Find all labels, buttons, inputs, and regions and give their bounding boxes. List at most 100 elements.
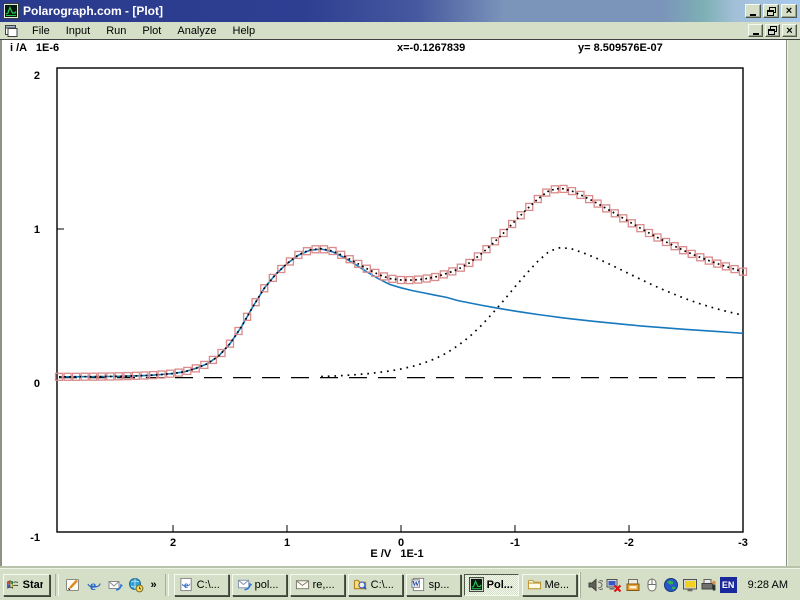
- series-measured-total: [56, 185, 747, 380]
- mdi-close-button[interactable]: ×: [782, 24, 797, 37]
- task-button-4[interactable]: C:\...: [348, 574, 403, 596]
- y-tick-label: 1: [34, 224, 40, 236]
- data-point-marker: [688, 250, 695, 257]
- internet-explorer-shortcut[interactable]: e: [85, 576, 103, 594]
- mdi-restore-icon: [768, 26, 777, 35]
- internet-globe-icon[interactable]: [663, 577, 679, 593]
- show-desktop-shortcut[interactable]: [64, 576, 82, 594]
- task-label: re,...: [313, 579, 335, 591]
- task-label: C:\...: [371, 579, 394, 591]
- network-disconnected-icon[interactable]: [606, 577, 622, 593]
- data-point-marker: [577, 191, 584, 198]
- search-folder-icon: [353, 577, 368, 592]
- data-point-marker: [594, 200, 601, 207]
- data-point-marker: [603, 205, 610, 212]
- mdi-close-icon: ×: [786, 26, 792, 36]
- display-settings-icon[interactable]: [682, 577, 698, 593]
- menu-analyze[interactable]: Analyze: [169, 24, 224, 38]
- desk-pen-icon: [65, 577, 81, 593]
- data-point-marker: [714, 260, 721, 267]
- taskbar-clock[interactable]: 9:28 AM: [740, 579, 792, 591]
- x-axis-title: E /V 1E-1: [327, 548, 467, 560]
- windows-logo-icon: [7, 577, 20, 592]
- menu-plot[interactable]: Plot: [134, 24, 169, 38]
- menu-run[interactable]: Run: [98, 24, 134, 38]
- desktop-screen: Polarograph.com - [Plot] × File Input Ru…: [0, 0, 800, 600]
- menu-bar: File Input Run Plot Analyze Help ×: [0, 22, 800, 40]
- title-bar: Polarograph.com - [Plot] ×: [0, 0, 800, 22]
- svg-text:W: W: [412, 579, 420, 588]
- task-label: pol...: [255, 579, 279, 591]
- window-title: Polarograph.com - [Plot]: [23, 4, 743, 18]
- volume-icon[interactable]: [587, 577, 603, 593]
- task-label: sp...: [429, 579, 450, 591]
- data-point-marker: [680, 247, 687, 254]
- mail-message-icon: [295, 577, 310, 592]
- mdi-restore-button[interactable]: [765, 24, 780, 37]
- removable-device-icon[interactable]: [625, 577, 641, 593]
- menu-file[interactable]: File: [24, 24, 58, 38]
- task-label: C:\...: [197, 579, 220, 591]
- x-tick-label: -3: [738, 537, 748, 549]
- task-button-5[interactable]: W sp...: [406, 574, 461, 596]
- connect-internet-shortcut[interactable]: [127, 576, 145, 594]
- data-point-marker: [671, 243, 678, 250]
- close-button[interactable]: ×: [781, 4, 797, 18]
- data-point-marker: [586, 196, 593, 203]
- outlook-express-icon: [107, 577, 123, 593]
- start-label: Start: [23, 579, 43, 591]
- data-point-marker: [620, 215, 627, 222]
- language-indicator[interactable]: EN: [720, 577, 737, 593]
- folder-icon: [527, 577, 542, 592]
- x-tick-label: -1: [510, 537, 520, 549]
- menu-input[interactable]: Input: [58, 24, 98, 38]
- print-spooler-icon[interactable]: [701, 577, 717, 593]
- x-tick-label: -2: [624, 537, 634, 549]
- task-button-3[interactable]: re,...: [290, 574, 345, 596]
- task-label: Me...: [545, 579, 569, 591]
- word-document-icon: W: [411, 577, 426, 592]
- series-component-2-fit: [321, 248, 743, 377]
- task-label: Pol...: [487, 579, 513, 591]
- task-button-1[interactable]: e C:\...: [174, 574, 229, 596]
- quicklaunch-overflow-chevron[interactable]: »: [148, 579, 160, 591]
- close-icon: ×: [786, 6, 792, 16]
- outlook-express-icon: [237, 577, 252, 592]
- mdi-minimize-icon: [753, 33, 759, 35]
- minimize-icon: [750, 14, 756, 16]
- series-component-1-fit: [59, 249, 743, 377]
- polarograph-app-icon[interactable]: [3, 3, 19, 19]
- restore-icon: [767, 7, 776, 16]
- restore-button[interactable]: [763, 4, 779, 18]
- mdi-minimize-button[interactable]: [748, 24, 763, 37]
- plot-area[interactable]: 210-1-2-3210-1: [0, 40, 800, 568]
- minimize-button[interactable]: [745, 4, 761, 18]
- x-tick-label: 1: [284, 537, 290, 549]
- polarograph-icon: [469, 577, 484, 592]
- cursor-y-readout: y= 8.509576E-07: [578, 42, 663, 54]
- data-point-marker: [406, 277, 413, 284]
- taskbar-separator: [55, 574, 59, 596]
- system-tray: EN 9:28 AM: [580, 572, 797, 598]
- ie-icon: e: [86, 577, 102, 593]
- mouse-icon[interactable]: [644, 577, 660, 593]
- outlook-express-shortcut[interactable]: [106, 576, 124, 594]
- x-tick-label: 2: [170, 537, 176, 549]
- task-button-7[interactable]: Me...: [522, 574, 577, 596]
- globe-clock-icon: [128, 577, 144, 593]
- task-button-2[interactable]: pol...: [232, 574, 287, 596]
- taskbar-separator: [165, 574, 169, 596]
- cursor-x-readout: x=-0.1267839: [397, 42, 465, 54]
- data-point-marker: [731, 266, 738, 273]
- taskbar: Start e: [0, 568, 800, 600]
- ie-document-icon: e: [179, 577, 194, 592]
- start-button[interactable]: Start: [3, 574, 50, 596]
- data-point-marker: [628, 220, 635, 227]
- y-tick-label: -1: [30, 532, 40, 544]
- y-tick-label: 2: [34, 70, 40, 82]
- mdi-child-window-icon[interactable]: [4, 24, 18, 37]
- y-axis-title: i /A 1E-6: [10, 42, 59, 54]
- menu-help[interactable]: Help: [225, 24, 264, 38]
- task-button-6-active[interactable]: Pol...: [464, 574, 519, 596]
- y-tick-label: 0: [34, 378, 40, 390]
